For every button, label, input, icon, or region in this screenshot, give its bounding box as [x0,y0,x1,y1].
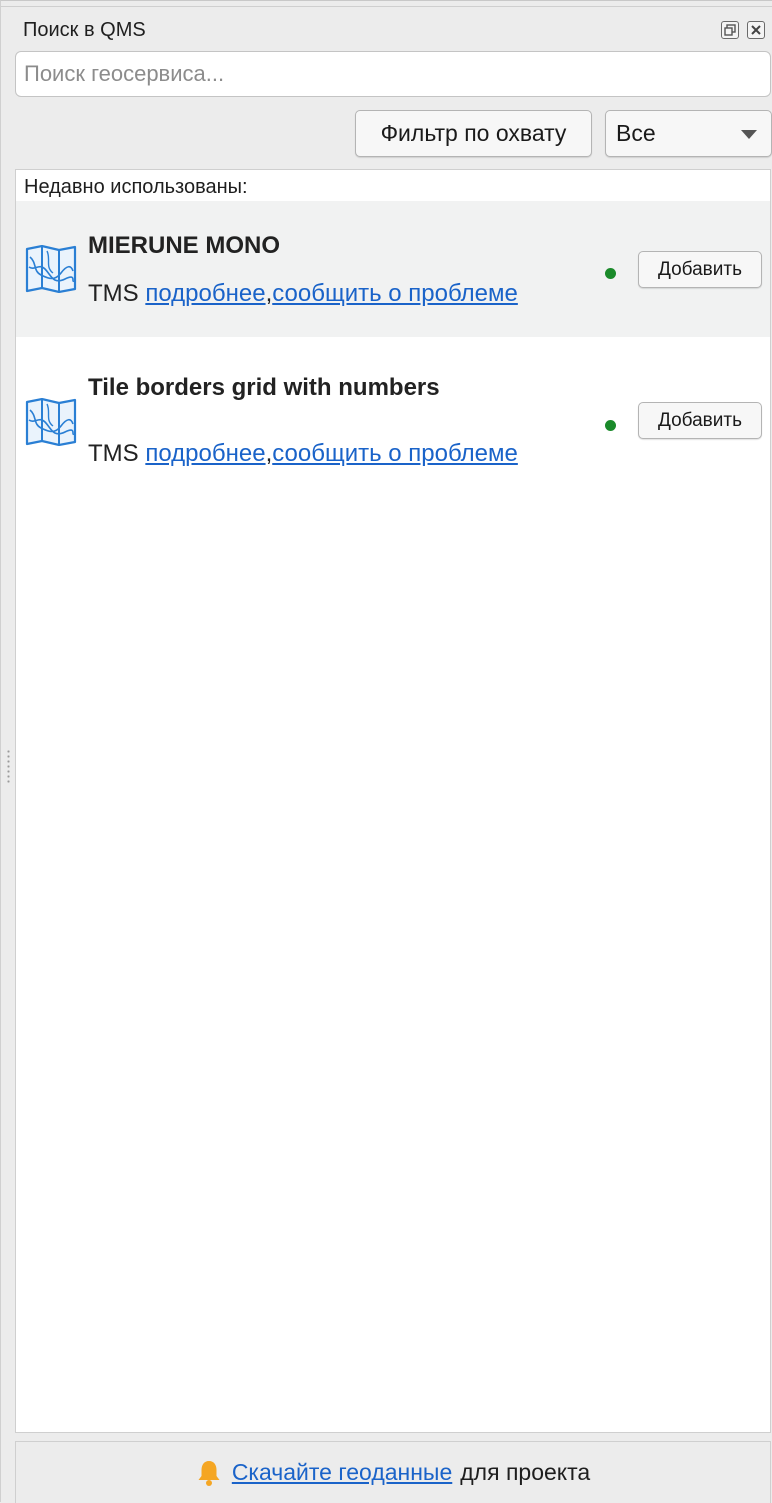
recent-header: Недавно использованы: [24,176,248,198]
list-item[interactable]: Tile borders grid with numbers TMS подро… [16,344,770,480]
details-link[interactable]: подробнее [145,280,265,307]
item-meta: TMS подробнее,сообщить о проблеме [88,440,518,468]
footer-text: для проекта [460,1459,591,1485]
add-button[interactable]: Добавить [638,251,762,288]
footer-bar: Скачайте геоданные для проекта [15,1441,771,1503]
item-type: TMS [88,440,139,467]
list-item[interactable]: MIERUNE MONO TMS подробнее,сообщить о пр… [16,201,770,337]
item-title: MIERUNE MONO [88,232,280,259]
report-problem-link[interactable]: сообщить о проблеме [272,280,518,307]
add-button-label: Добавить [658,409,742,431]
item-title: Tile borders grid with numbers [88,374,440,401]
add-button-label: Добавить [658,258,742,280]
add-button[interactable]: Добавить [638,402,762,439]
search-input[interactable] [15,51,771,97]
panel-top-border [1,6,772,7]
filter-by-extent-button[interactable]: Фильтр по охвату [355,110,592,157]
type-select[interactable]: Все [605,110,772,157]
item-type: TMS [88,280,139,307]
qms-search-panel: Поиск в QMS Фильтр по охвату Все Недавно… [0,0,772,1503]
float-icon[interactable] [721,21,739,39]
status-indicator [605,268,616,279]
item-meta: TMS подробнее,сообщить о проблеме [88,280,518,308]
panel-title: Поиск в QMS [23,19,146,41]
results-list: Недавно использованы: MIERUNE MONO TMS п… [15,169,771,1433]
map-icon [25,245,77,293]
close-icon[interactable] [747,21,765,39]
filter-by-extent-label: Фильтр по охвату [380,120,567,146]
status-indicator [605,420,616,431]
chevron-down-icon [741,130,757,139]
type-select-value: Все [616,120,656,146]
download-geodata-link[interactable]: Скачайте геоданные [232,1459,452,1486]
splitter-grip[interactable] [7,749,10,783]
map-icon [25,398,77,446]
report-problem-link[interactable]: сообщить о проблеме [272,440,518,467]
details-link[interactable]: подробнее [145,440,265,467]
bell-icon [198,1460,220,1486]
